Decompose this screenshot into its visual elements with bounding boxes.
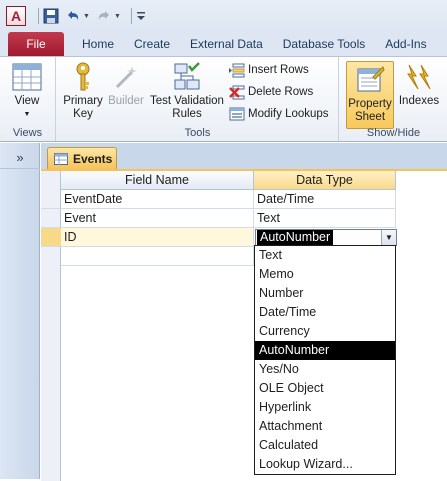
access-app-icon[interactable]: A: [6, 6, 26, 26]
field-name-cell[interactable]: [61, 247, 254, 266]
tab-external-data[interactable]: External Data: [180, 32, 273, 56]
dropdown-option-currency[interactable]: Currency: [255, 322, 395, 341]
customize-toolbar-icon[interactable]: [136, 10, 146, 22]
view-dropdown-icon: ▼: [23, 111, 31, 118]
tab-create[interactable]: Create: [124, 32, 180, 56]
column-header-field-name[interactable]: Field Name: [61, 171, 254, 190]
modify-lookups-button[interactable]: Modify Lookups: [229, 104, 329, 124]
dropdown-option-attachment[interactable]: Attachment: [255, 417, 395, 436]
row-selector[interactable]: [41, 190, 61, 209]
dropdown-option-text[interactable]: Text: [255, 246, 395, 265]
view-button[interactable]: View ▼: [11, 61, 43, 121]
tab-database-tools[interactable]: Database Tools: [273, 32, 376, 56]
primary-key-label: Primary Key: [63, 95, 103, 120]
ribbon: View ▼ Views Primary Key Builder Test Va…: [0, 56, 447, 142]
insert-rows-button[interactable]: Insert Rows: [229, 60, 309, 80]
dropdown-option-ole-object[interactable]: OLE Object: [255, 379, 395, 398]
dropdown-option-hyperlink[interactable]: Hyperlink: [255, 398, 395, 417]
dropdown-option-number[interactable]: Number: [255, 284, 395, 303]
dropdown-option-date-time[interactable]: Date/Time: [255, 303, 395, 322]
row-selector-current[interactable]: [41, 228, 61, 247]
data-type-combobox-value: AutoNumber: [257, 230, 334, 245]
tab-add-ins[interactable]: Add-Ins: [375, 32, 436, 56]
property-sheet-icon: [354, 64, 386, 96]
tools-group-label: Tools: [184, 127, 211, 139]
property-sheet-label: Property Sheet: [348, 98, 392, 123]
delete-rows-label: Delete Rows: [248, 86, 314, 98]
table-design-icon: [54, 152, 68, 165]
quick-access-toolbar: A ▼ ▼: [0, 0, 447, 32]
dropdown-option-memo[interactable]: Memo: [255, 265, 395, 284]
column-header-data-type[interactable]: Data Type: [254, 171, 396, 190]
data-type-combobox[interactable]: AutoNumber ▼: [255, 229, 397, 246]
tab-home[interactable]: Home: [72, 32, 124, 56]
row-selector[interactable]: [41, 209, 61, 228]
indexes-label: Indexes: [398, 95, 440, 107]
ribbon-tabs: File Home Create External Data Database …: [0, 32, 447, 56]
insert-rows-label: Insert Rows: [248, 64, 309, 76]
navigation-pane: »: [0, 143, 40, 479]
data-type-cell[interactable]: Text: [254, 209, 396, 228]
show-hide-group: Property Sheet Indexes Show/Hide: [340, 57, 447, 141]
dropdown-option-calculated[interactable]: Calculated: [255, 436, 395, 455]
delete-rows-button[interactable]: Delete Rows: [229, 82, 313, 102]
combobox-dropdown-arrow-icon[interactable]: ▼: [381, 230, 396, 245]
field-name-cell[interactable]: ID: [61, 228, 254, 247]
nav-pane-expand-button[interactable]: »: [0, 147, 40, 169]
data-type-dropdown-list: Text Memo Number Date/Time Currency Auto…: [254, 245, 396, 475]
toolbar-separator: [38, 8, 39, 24]
table-row[interactable]: Event Text: [41, 209, 447, 228]
redo-icon: ▼: [96, 8, 121, 24]
indexes-button[interactable]: Indexes: [398, 61, 440, 108]
undo-dropdown-icon[interactable]: ▼: [83, 13, 90, 20]
data-type-cell[interactable]: Date/Time: [254, 190, 396, 209]
primary-key-button[interactable]: Primary Key: [63, 61, 103, 121]
test-validation-rules-button[interactable]: Test Validation Rules: [147, 61, 227, 121]
delete-rows-icon: [229, 84, 245, 100]
builder-button: Builder: [107, 61, 145, 108]
property-sheet-button[interactable]: Property Sheet: [346, 61, 394, 129]
table-row[interactable]: EventDate Date/Time: [41, 190, 447, 209]
views-group: View ▼ Views: [0, 57, 56, 141]
field-name-cell[interactable]: Event: [61, 209, 254, 228]
tab-events-label: Events: [73, 151, 113, 166]
modify-lookups-icon: [229, 106, 245, 122]
test-validation-rules-label: Test Validation Rules: [150, 95, 224, 120]
builder-label: Builder: [108, 95, 144, 107]
field-name-cell[interactable]: EventDate: [61, 190, 254, 209]
tab-events-table[interactable]: Events: [47, 147, 117, 169]
modify-lookups-label: Modify Lookups: [248, 108, 329, 120]
tools-group: Primary Key Builder Test Validation Rule…: [57, 57, 339, 141]
toolbar-separator: [130, 8, 132, 24]
tab-file[interactable]: File: [8, 32, 64, 56]
builder-wand-icon: [110, 61, 142, 93]
dropdown-option-yes-no[interactable]: Yes/No: [255, 360, 395, 379]
dropdown-option-autonumber[interactable]: AutoNumber: [255, 341, 395, 360]
show-hide-group-label: Show/Hide: [366, 127, 421, 139]
validation-rules-icon: [171, 61, 203, 93]
views-group-label: Views: [12, 127, 43, 139]
insert-rows-icon: [229, 62, 245, 78]
datasheet-view-icon: [11, 61, 43, 93]
undo-icon[interactable]: ▼: [65, 8, 90, 24]
redo-dropdown-icon: ▼: [113, 12, 121, 20]
indexes-icon: [403, 61, 435, 93]
key-icon: [67, 61, 99, 93]
dropdown-option-lookup-wizard[interactable]: Lookup Wizard...: [255, 455, 395, 474]
save-icon[interactable]: [43, 8, 59, 24]
view-button-label: View: [14, 95, 40, 107]
